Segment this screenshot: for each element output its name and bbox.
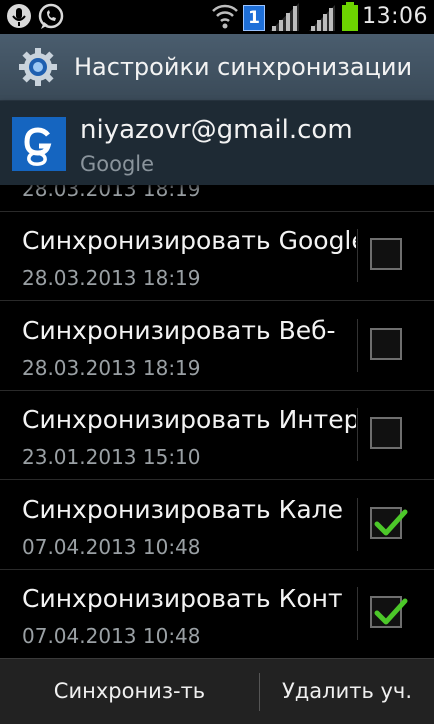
sync-item-label: Синхронизировать Веб- <box>22 316 336 345</box>
sync-checkbox[interactable] <box>370 596 408 628</box>
sync-list[interactable]: 28.03.2013 18:19 Синхронизировать Google… <box>0 185 434 658</box>
sync-checkbox[interactable] <box>370 238 402 270</box>
delete-account-button[interactable]: Удалить уч. <box>260 659 434 724</box>
status-bar: 1 13:06 <box>0 0 434 34</box>
sync-item-label: Синхронизировать Интер <box>22 405 356 434</box>
sim-badge-number: 1 <box>248 8 260 28</box>
sync-item-calendar[interactable]: Синхронизировать Кале 07.04.2013 10:48 <box>0 480 434 570</box>
row-divider <box>357 587 358 640</box>
row-divider <box>357 408 358 461</box>
account-header: niyazovr@gmail.com Google <box>0 101 434 185</box>
sync-item-label: Синхронизировать Google <box>22 226 356 255</box>
sync-item-label: Синхронизировать Конт <box>22 584 343 613</box>
google-g-icon <box>12 117 66 171</box>
sync-checkbox[interactable] <box>370 328 402 360</box>
settings-gear-icon[interactable] <box>18 47 58 87</box>
clock-time: 13:06 <box>362 4 428 29</box>
sync-item-label: Синхронизировать Кале <box>22 495 344 524</box>
microphone-icon <box>7 4 31 28</box>
row-divider <box>357 498 358 551</box>
checkmark-icon <box>374 509 408 536</box>
row-divider <box>357 229 358 282</box>
account-provider: Google <box>80 152 155 176</box>
sync-item-internet[interactable]: Синхронизировать Интер 23.01.2013 15:10 <box>0 390 434 480</box>
signal-icon <box>309 5 335 31</box>
account-email: niyazovr@gmail.com <box>80 115 353 145</box>
sync-checkbox[interactable] <box>370 417 402 449</box>
action-bar: Настройки синхронизации <box>0 34 434 101</box>
sync-item-date: 07.04.2013 10:48 <box>22 624 201 648</box>
battery-icon <box>342 2 358 31</box>
sync-item-google[interactable]: Синхронизировать Google 28.03.2013 18:19 <box>0 211 434 301</box>
page-title: Настройки синхронизации <box>74 53 413 81</box>
sync-item-date: 23.01.2013 15:10 <box>22 445 201 469</box>
row-divider <box>357 319 358 372</box>
sync-checkbox[interactable] <box>370 507 408 539</box>
sync-item-date: 28.03.2013 18:19 <box>22 356 201 380</box>
sync-now-button[interactable]: Синхрониз-ть <box>0 659 259 724</box>
wifi-icon <box>212 4 238 29</box>
bottom-bar: Синхрониз-ть Удалить уч. <box>0 658 434 724</box>
sync-item-date: 07.04.2013 10:48 <box>22 535 201 559</box>
sim-icon: 1 <box>243 5 265 31</box>
sync-item-web[interactable]: Синхронизировать Веб- 28.03.2013 18:19 <box>0 301 434 391</box>
sync-item-date: 28.03.2013 18:19 <box>22 266 201 290</box>
sync-item-partial[interactable]: 28.03.2013 18:19 <box>0 185 434 212</box>
sync-item-date: 28.03.2013 18:19 <box>22 185 201 201</box>
signal-icon <box>270 3 299 31</box>
sync-item-contacts[interactable]: Синхронизировать Конт 07.04.2013 10:48 <box>0 569 434 658</box>
checkmark-icon <box>374 598 408 625</box>
whatsapp-icon <box>38 3 64 29</box>
